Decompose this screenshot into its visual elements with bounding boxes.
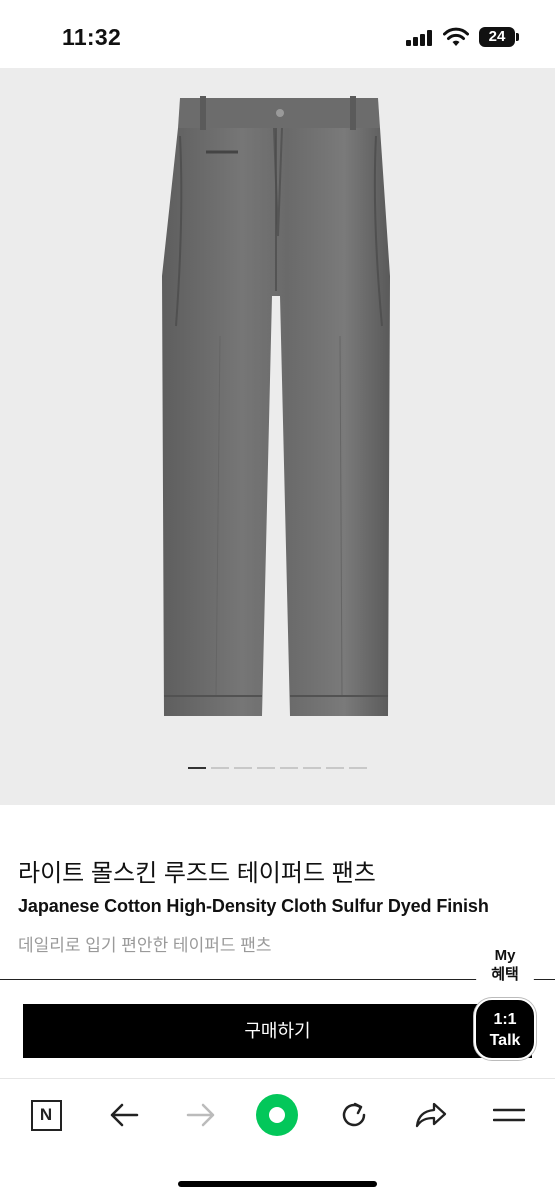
naver-n-icon: N (30, 1099, 62, 1131)
buy-button[interactable]: 구매하기 (23, 1004, 532, 1058)
green-dot-icon (256, 1094, 298, 1136)
wifi-icon (443, 27, 469, 46)
battery-icon: 24 (479, 27, 515, 47)
refresh-button[interactable] (332, 1093, 376, 1137)
carousel-indicator (0, 767, 555, 771)
product-subtitle: 데일리로 입기 편안한 테이퍼드 팬츠 (18, 936, 272, 955)
my-benefit-label-line2: 혜택 (491, 966, 519, 983)
talk-label-line2: Talk (489, 1032, 521, 1049)
carousel-dot[interactable] (349, 767, 367, 769)
section-divider (0, 979, 555, 980)
forward-button[interactable] (179, 1093, 223, 1137)
carousel-dot[interactable] (234, 767, 252, 769)
carousel-dot[interactable] (211, 767, 229, 769)
talk-button[interactable]: 1:1 Talk (474, 998, 536, 1060)
back-button[interactable] (102, 1093, 146, 1137)
talk-label-line1: 1:1 (493, 1011, 517, 1028)
green-dot-button[interactable] (255, 1093, 299, 1137)
battery-tip (516, 33, 519, 41)
home-indicator[interactable] (178, 1181, 377, 1187)
my-benefit-label-line1: My (494, 947, 516, 964)
product-title-korean: 라이트 몰스킨 루즈드 테이퍼드 팬츠 (18, 860, 376, 887)
product-image-pants[interactable] (150, 96, 405, 716)
refresh-icon (342, 1102, 366, 1127)
signal-icon (406, 30, 434, 46)
carousel-dot[interactable] (280, 767, 298, 769)
share-button[interactable] (409, 1093, 453, 1137)
status-bar: 11:32 24 (0, 0, 555, 68)
status-time: 11:32 (62, 24, 122, 50)
carousel-dot[interactable] (326, 767, 344, 769)
menu-button[interactable] (487, 1093, 531, 1137)
product-title-english: Japanese Cotton High-Density Cloth Sulfu… (18, 896, 489, 916)
naver-home-button[interactable]: N (24, 1093, 68, 1137)
back-arrow-icon (110, 1103, 139, 1127)
carousel-dot[interactable] (303, 767, 321, 769)
product-image-gallery[interactable] (0, 68, 555, 805)
carousel-dot[interactable] (257, 767, 275, 769)
forward-arrow-icon (186, 1103, 215, 1127)
carousel-dot[interactable] (188, 767, 206, 769)
menu-icon (493, 1108, 525, 1122)
my-benefit-button[interactable]: My 혜택 (476, 940, 534, 990)
share-icon (415, 1102, 447, 1128)
